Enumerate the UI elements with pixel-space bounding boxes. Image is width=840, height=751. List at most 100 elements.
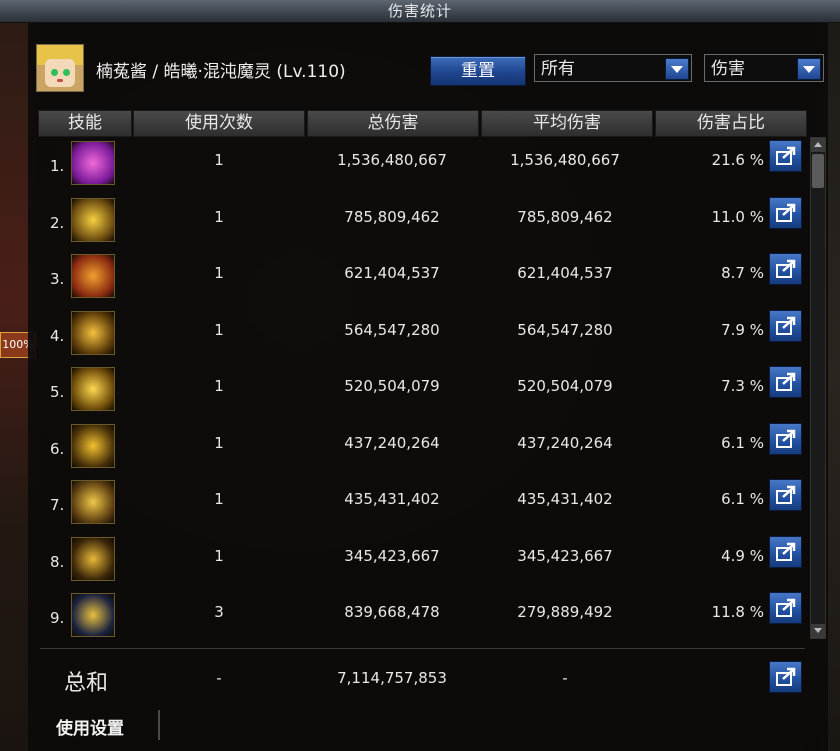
row-index: 6. [50, 439, 65, 458]
row-percent: 11.8 % [711, 603, 764, 621]
share-icon [776, 146, 796, 165]
share-icon [776, 259, 796, 278]
row-share-button[interactable] [769, 309, 802, 342]
row-percent: 7.3 % [721, 377, 764, 395]
row-avg: 564,547,280 [517, 320, 613, 339]
row-total: 520,504,079 [344, 377, 440, 395]
column-header-total: 总伤害 [307, 110, 479, 137]
share-icon [776, 542, 796, 561]
row-count: 1 [214, 264, 224, 282]
table-row: 4. 1 564,547,280 564,547,280 7.9 % [40, 307, 805, 363]
row-percent: 8.7 % [721, 264, 764, 282]
row-share-button[interactable] [769, 535, 802, 568]
row-percent: 7.9 % [721, 320, 764, 339]
row-share-button[interactable] [769, 140, 802, 172]
summary-avg: - [562, 669, 568, 687]
row-avg: 785,809,462 [517, 207, 613, 226]
avatar [36, 44, 84, 92]
share-icon [776, 485, 796, 504]
summary-count: - [216, 669, 222, 687]
column-header-skill: 技能 [38, 110, 132, 137]
row-total: 435,431,402 [344, 490, 440, 508]
table-row: 1. 1 1,536,480,667 1,536,480,667 21.6 % [40, 137, 805, 193]
row-index: 5. [50, 383, 65, 401]
row-percent: 21.6 % [711, 151, 764, 169]
share-icon [776, 429, 796, 448]
row-total: 345,423,667 [344, 546, 440, 565]
skill-icon-6 [71, 423, 115, 468]
row-count: 1 [214, 433, 224, 452]
mode-select[interactable]: 伤害 [704, 54, 824, 82]
row-count: 1 [214, 320, 224, 339]
row-avg: 345,423,667 [517, 546, 613, 565]
scroll-down-icon[interactable] [811, 624, 825, 638]
window-titlebar[interactable]: 伤害统计 [0, 0, 840, 23]
skill-icon-5 [71, 367, 115, 411]
table-row: 3. 1 621,404,537 621,404,537 8.7 % [40, 250, 805, 306]
table-row: 7. 1 435,431,402 435,431,402 6.1 % [40, 476, 805, 532]
row-avg: 437,240,264 [517, 433, 613, 452]
row-share-button[interactable] [769, 253, 802, 285]
share-icon [776, 667, 796, 686]
skill-icon-1 [71, 141, 115, 185]
window-title: 伤害统计 [387, 2, 452, 20]
skill-icon-2 [71, 197, 115, 242]
row-index: 7. [50, 496, 65, 514]
row-percent: 4.9 % [721, 546, 764, 565]
row-count: 1 [214, 207, 224, 226]
row-percent: 11.0 % [711, 207, 764, 226]
row-count: 1 [214, 546, 224, 565]
row-share-button[interactable] [769, 196, 802, 229]
scrollbar[interactable] [810, 137, 826, 639]
row-count: 1 [214, 490, 224, 508]
filter-select-value: 所有 [541, 59, 575, 79]
header: 楠菟酱 / 皓曦·混沌魔灵 (Lv.110) 重置 所有 伤害 [36, 42, 826, 98]
table-row: 8. 1 345,423,667 345,423,667 4.9 % [40, 533, 805, 589]
summary-total: 7,114,757,853 [337, 669, 447, 687]
scroll-thumb[interactable] [812, 154, 824, 188]
row-total: 785,809,462 [344, 207, 440, 226]
row-total: 1,536,480,667 [337, 151, 447, 169]
filter-select[interactable]: 所有 [534, 54, 692, 82]
table-row: 9. 3 839,668,478 279,889,492 11.8 % [40, 589, 805, 645]
share-icon [776, 203, 796, 222]
row-share-button[interactable] [769, 479, 802, 511]
row-total: 621,404,537 [344, 264, 440, 282]
table-row: 5. 1 520,504,079 520,504,079 7.3 % [40, 363, 805, 419]
row-share-button[interactable] [769, 366, 802, 398]
row-index: 8. [50, 552, 65, 571]
row-share-button[interactable] [769, 592, 802, 624]
summary-label: 总和 [64, 671, 109, 696]
player-name: 楠菟酱 / 皓曦·混沌魔灵 (Lv.110) [96, 62, 346, 82]
column-header-count: 使用次数 [133, 110, 305, 137]
table-row: 2. 1 785,809,462 785,809,462 11.0 % [40, 194, 805, 250]
row-percent: 6.1 % [721, 490, 764, 508]
row-avg: 279,889,492 [517, 603, 613, 621]
column-header-pct: 伤害占比 [655, 110, 807, 137]
row-total: 437,240,264 [344, 433, 440, 452]
settings-tab[interactable]: 使用设置 [56, 714, 124, 739]
share-icon [776, 372, 796, 391]
row-index: 2. [50, 213, 65, 232]
row-share-button[interactable] [769, 422, 802, 455]
skill-icon-3 [71, 254, 115, 298]
row-index: 9. [50, 609, 65, 627]
chevron-down-icon[interactable] [665, 58, 689, 80]
scroll-up-icon[interactable] [811, 138, 825, 152]
skill-icon-7 [71, 480, 115, 524]
skill-icon-9 [71, 593, 115, 637]
summary-share-button[interactable] [769, 661, 802, 693]
settings-divider [158, 710, 160, 740]
summary-row: 总和 - 7,114,757,853 - [40, 648, 805, 705]
column-header-avg: 平均伤害 [481, 110, 653, 137]
chevron-down-icon[interactable] [797, 58, 821, 80]
table-row: 6. 1 437,240,264 437,240,264 6.1 % [40, 420, 805, 476]
row-avg: 435,431,402 [517, 490, 613, 508]
row-index: 1. [50, 157, 65, 175]
share-icon [776, 316, 796, 335]
row-index: 4. [50, 326, 65, 345]
reset-button[interactable]: 重置 [430, 56, 526, 86]
skill-icon-8 [71, 536, 115, 581]
row-percent: 6.1 % [721, 433, 764, 452]
row-total: 839,668,478 [344, 603, 440, 621]
